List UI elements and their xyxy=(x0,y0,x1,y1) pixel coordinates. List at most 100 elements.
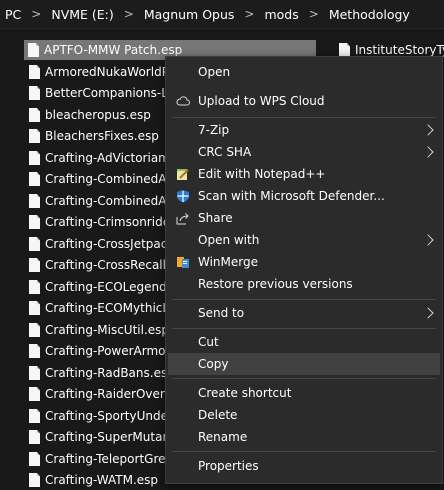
menu-item-rename[interactable]: Rename xyxy=(166,426,442,448)
file-icon xyxy=(29,452,40,466)
menu-item-label: Share xyxy=(198,211,233,225)
cloud-icon xyxy=(176,94,190,108)
file-icon xyxy=(29,301,40,315)
breadcrumb-item-pc[interactable]: PC xyxy=(3,7,23,22)
file-name: Crafting-SportyUnderw xyxy=(45,409,183,423)
chevron-right-icon xyxy=(422,124,434,136)
menu-item-copy[interactable]: Copy xyxy=(168,353,440,375)
file-icon xyxy=(29,237,40,251)
file-icon xyxy=(29,409,40,423)
file-name: Crafting-MiscUtil.esp xyxy=(45,323,170,337)
file-icon xyxy=(29,65,40,79)
file-name: APTFO-MMW Patch.esp xyxy=(44,43,183,57)
menu-item-label: Rename xyxy=(198,430,248,444)
file-name: Crafting-WATM.esp xyxy=(45,473,159,487)
file-icon xyxy=(29,387,40,401)
menu-item-label: Restore previous versions xyxy=(198,277,353,291)
chevron-right-icon xyxy=(422,146,434,158)
menu-item-label: Upload to WPS Cloud xyxy=(198,94,325,108)
menu-item-label: Delete xyxy=(198,408,238,422)
file-name: Crafting-CombinedArm xyxy=(45,172,183,186)
file-icon xyxy=(29,366,40,380)
file-name: Crafting-Crimsonrider xyxy=(45,215,176,229)
menu-item-label: Open with xyxy=(198,233,260,247)
menu-item-label: Open xyxy=(198,65,231,79)
notepad-plus-plus-icon xyxy=(176,167,190,181)
menu-item-label: CRC SHA xyxy=(198,145,252,159)
menu-item-label: Create shortcut xyxy=(198,386,292,400)
menu-item-upload-wps[interactable]: Upload to WPS Cloud xyxy=(166,90,442,112)
breadcrumb-item-methodology[interactable]: Methodology xyxy=(327,7,412,22)
menu-item-7zip[interactable]: 7-Zip xyxy=(166,119,442,141)
menu-item-properties[interactable]: Properties xyxy=(166,455,442,477)
file-icon xyxy=(29,108,40,122)
file-icon xyxy=(29,473,40,487)
chevron-right-icon[interactable]: > xyxy=(23,7,49,21)
menu-item-label: WinMerge xyxy=(198,255,258,269)
file-icon xyxy=(29,258,40,272)
chevron-right-icon[interactable]: > xyxy=(301,7,327,21)
file-icon xyxy=(29,194,40,208)
share-icon xyxy=(176,211,190,225)
menu-item-label: 7-Zip xyxy=(198,123,230,137)
file-name: Crafting-CrossRecall.e xyxy=(45,258,178,272)
defender-shield-icon xyxy=(176,189,190,203)
file-icon xyxy=(339,43,350,57)
file-name: Crafting-ECOMythicLe xyxy=(45,301,177,315)
breadcrumb-item-magnum-opus[interactable]: Magnum Opus xyxy=(142,7,237,22)
file-icon xyxy=(29,280,40,294)
menu-divider xyxy=(172,328,436,329)
menu-divider xyxy=(172,299,436,300)
menu-item-label: Cut xyxy=(198,335,219,349)
menu-item-delete[interactable]: Delete xyxy=(166,404,442,426)
breadcrumb: PC > NVME (E:) > Magnum Opus > mods > Me… xyxy=(0,0,444,29)
menu-item-label: Send to xyxy=(198,306,245,320)
file-icon xyxy=(29,172,40,186)
menu-item-label: Edit with Notepad++ xyxy=(198,167,326,181)
file-icon xyxy=(29,151,40,165)
menu-item-share[interactable]: Share xyxy=(166,207,442,229)
file-name: BleachersFixes.esp xyxy=(45,129,159,143)
menu-item-edit-notepad[interactable]: Edit with Notepad++ xyxy=(166,163,442,185)
file-icon xyxy=(29,129,40,143)
file-name: Crafting-RaiderOverha xyxy=(45,387,180,401)
menu-item-label: Copy xyxy=(198,357,229,371)
menu-divider xyxy=(172,378,436,379)
file-name: Crafting-ECOLegendar xyxy=(45,280,180,294)
chevron-right-icon[interactable]: > xyxy=(236,7,262,21)
file-icon xyxy=(29,344,40,358)
menu-divider xyxy=(172,117,436,118)
menu-item-restore-versions[interactable]: Restore previous versions xyxy=(166,273,442,295)
menu-item-open-with[interactable]: Open with xyxy=(166,229,442,251)
breadcrumb-item-mods[interactable]: mods xyxy=(262,7,300,22)
menu-item-create-shortcut[interactable]: Create shortcut xyxy=(166,382,442,404)
menu-item-label: Properties xyxy=(198,459,259,473)
file-icon xyxy=(28,43,39,57)
menu-item-winmerge[interactable]: WinMerge xyxy=(166,251,442,273)
file-icon xyxy=(29,323,40,337)
winmerge-icon xyxy=(176,255,190,269)
context-menu: Open Upload to WPS Cloud 7-Zip CRC SHA E… xyxy=(165,56,443,484)
menu-item-open[interactable]: Open xyxy=(166,61,442,83)
chevron-right-icon[interactable]: > xyxy=(116,7,142,21)
menu-item-label: Scan with Microsoft Defender... xyxy=(198,189,385,203)
menu-item-scan-defender[interactable]: Scan with Microsoft Defender... xyxy=(166,185,442,207)
file-name: InstituteStoryTypo xyxy=(355,43,444,57)
file-icon xyxy=(29,215,40,229)
file-name: Crafting-TeleportGrena xyxy=(45,452,181,466)
file-name: Crafting-RadBans.esp xyxy=(45,366,175,380)
file-name: Crafting-SuperMutant xyxy=(45,430,175,444)
file-name: Crafting-AdVictoriam.e xyxy=(45,151,182,165)
breadcrumb-item-drive[interactable]: NVME (E:) xyxy=(49,7,115,22)
menu-item-cut[interactable]: Cut xyxy=(166,331,442,353)
menu-item-crc-sha[interactable]: CRC SHA xyxy=(166,141,442,163)
file-name: Crafting-PowerArmorA xyxy=(45,344,179,358)
menu-item-send-to[interactable]: Send to xyxy=(166,302,442,324)
menu-divider xyxy=(172,451,436,452)
chevron-right-icon xyxy=(422,234,434,246)
file-name: bleacheropus.esp xyxy=(45,108,151,122)
file-name: Crafting-CombinedArm xyxy=(45,194,183,208)
file-icon xyxy=(29,430,40,444)
chevron-right-icon xyxy=(422,307,434,319)
file-icon xyxy=(29,86,40,100)
